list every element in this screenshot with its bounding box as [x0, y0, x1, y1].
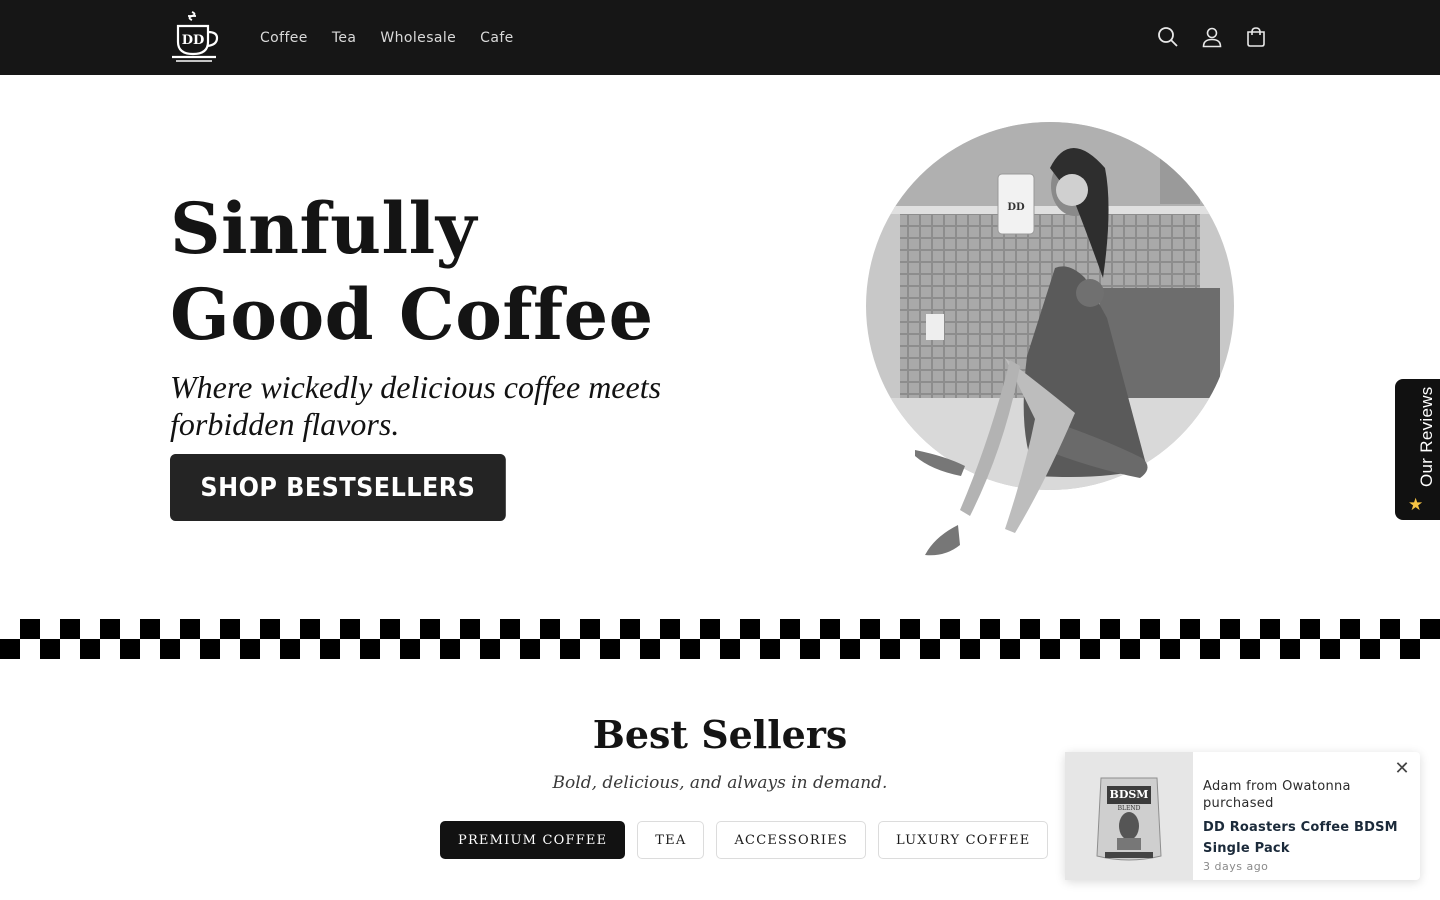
- popup-bag-label: BDSM: [1110, 788, 1149, 801]
- hero-title: Sinfully Good Coffee: [170, 186, 654, 358]
- best-sellers-title: Best Sellers: [592, 712, 848, 757]
- nav-item-tea[interactable]: Tea: [320, 30, 369, 46]
- tab-tea[interactable]: TEA: [637, 821, 705, 859]
- tab-luxury-coffee[interactable]: LUXURY COFFEE: [877, 821, 1049, 859]
- account-icon[interactable]: [1194, 18, 1230, 56]
- logo-letters: DD: [182, 33, 205, 48]
- tab-accessories[interactable]: ACCESSORIES: [716, 821, 866, 859]
- logo-cup-icon[interactable]: DD: [170, 10, 222, 64]
- nav-item-coffee[interactable]: Coffee: [248, 30, 320, 46]
- product-thumbnail[interactable]: BDSM BLEND: [1065, 752, 1193, 880]
- category-tabs: PREMIUM COFFEE TEA ACCESSORIES LUXURY CO…: [440, 821, 1049, 859]
- site-header: DD Coffee Tea Wholesale Cafe: [0, 0, 1440, 75]
- close-icon[interactable]: ✕: [1394, 760, 1410, 778]
- nav-item-wholesale[interactable]: Wholesale: [368, 30, 468, 46]
- popup-timestamp: 3 days ago: [1203, 860, 1269, 873]
- reviews-tab-label: Our Reviews: [1417, 386, 1436, 487]
- checkered-divider: [0, 619, 1440, 659]
- hero-image: DD: [860, 118, 1240, 573]
- nav-item-cafe[interactable]: Cafe: [468, 30, 526, 46]
- popup-bag-sublabel: BLEND: [1118, 805, 1141, 812]
- shop-bestsellers-button[interactable]: SHOP BESTSELLERS: [170, 454, 506, 521]
- search-icon[interactable]: [1150, 18, 1186, 56]
- hero-title-line1: Sinfully: [170, 187, 477, 270]
- tab-premium-coffee[interactable]: PREMIUM COFFEE: [440, 821, 626, 859]
- hero-subtitle: Where wickedly delicious coffee meets fo…: [170, 369, 662, 442]
- popup-product-link[interactable]: DD Roasters Coffee BDSM Single Pack: [1203, 817, 1408, 859]
- recent-purchase-popup[interactable]: BDSM BLEND ✕ Adam from Owatonna purchase…: [1065, 752, 1420, 880]
- hero-title-line2: Good Coffee: [170, 273, 654, 356]
- main-nav: Coffee Tea Wholesale Cafe: [248, 0, 526, 75]
- star-icon: ★: [1408, 495, 1424, 514]
- popup-buyer-text: Adam from Owatonna purchased: [1203, 779, 1351, 811]
- header-icons: [1150, 18, 1274, 56]
- cart-icon[interactable]: [1238, 18, 1274, 56]
- reviews-side-tab[interactable]: Our Reviews ★: [1395, 379, 1440, 520]
- hero-bag-label: DD: [1007, 202, 1025, 213]
